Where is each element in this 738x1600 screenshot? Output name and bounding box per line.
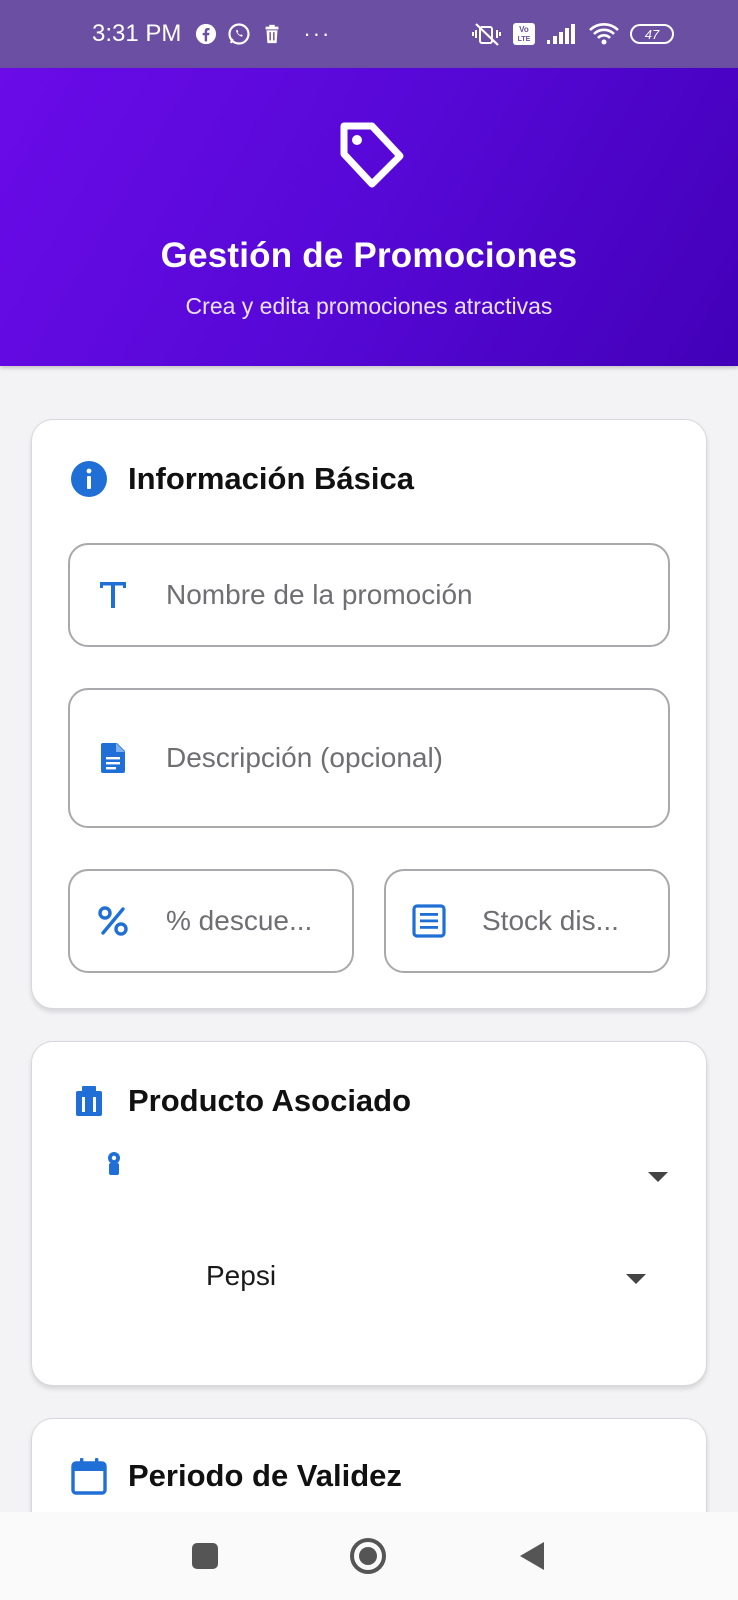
back-triangle-icon (520, 1542, 544, 1570)
system-nav-bar (0, 1512, 738, 1600)
category-icon (108, 1152, 120, 1175)
validity-title: Periodo de Validez (128, 1458, 402, 1493)
basic-info-card: Información Básica (31, 419, 707, 1009)
basic-info-header: Información Básica (70, 460, 414, 498)
status-left: 3:31 PM ··· (92, 20, 331, 48)
tag-icon (340, 122, 404, 188)
calendar-icon (71, 1458, 107, 1495)
status-bar: 3:31 PM ··· Vo LTE 47 (0, 0, 738, 68)
description-field[interactable] (68, 688, 670, 828)
more-notifications-icon: ··· (303, 21, 332, 46)
product-dropdown[interactable]: Pepsi (68, 1242, 670, 1312)
recent-apps-button[interactable] (183, 1534, 227, 1578)
product-title: Producto Asociado (128, 1083, 412, 1118)
whatsapp-icon (227, 22, 251, 46)
stock-field[interactable] (384, 869, 670, 973)
status-time: 3:31 PM (92, 20, 182, 47)
signal-icon (546, 23, 578, 45)
discount-input[interactable] (166, 871, 332, 971)
square-icon (192, 1543, 218, 1569)
info-icon (71, 461, 107, 497)
percent-icon (98, 906, 128, 936)
battery-indicator: 47 (630, 24, 674, 44)
promotion-name-input[interactable] (166, 545, 648, 645)
volte-icon: Vo LTE (512, 22, 536, 46)
svg-text:Vo: Vo (519, 25, 529, 34)
product-card: Producto Asociado Pepsi (31, 1041, 707, 1386)
facebook-icon (195, 23, 217, 45)
trash-icon (261, 23, 283, 45)
chevron-down-icon[interactable] (626, 1274, 646, 1284)
promotion-name-field[interactable] (68, 543, 670, 647)
page-header: Gestión de Promociones Crea y edita prom… (0, 68, 738, 366)
chevron-down-icon[interactable] (648, 1172, 668, 1182)
text-icon (100, 582, 126, 608)
page-title: Gestión de Promociones (160, 236, 578, 275)
home-button[interactable] (346, 1534, 390, 1578)
product-value: Pepsi (206, 1260, 277, 1291)
inventory-icon (76, 1086, 102, 1116)
status-right: Vo LTE 47 (472, 21, 674, 47)
back-button[interactable] (510, 1534, 554, 1578)
document-icon (101, 743, 125, 773)
stock-input[interactable] (482, 871, 648, 971)
vibrate-off-icon (472, 21, 502, 47)
svg-text:LTE: LTE (518, 36, 531, 43)
validity-header: Periodo de Validez (70, 1457, 402, 1495)
wifi-icon (588, 22, 620, 46)
page-subtitle: Crea y edita promociones atractivas (185, 293, 553, 319)
home-circle-icon (350, 1538, 386, 1574)
list-icon (412, 904, 446, 938)
product-header: Producto Asociado (70, 1082, 411, 1120)
description-input[interactable] (166, 690, 648, 826)
category-dropdown[interactable] (68, 1137, 670, 1207)
basic-info-title: Información Básica (128, 461, 414, 496)
discount-field[interactable] (68, 869, 354, 973)
